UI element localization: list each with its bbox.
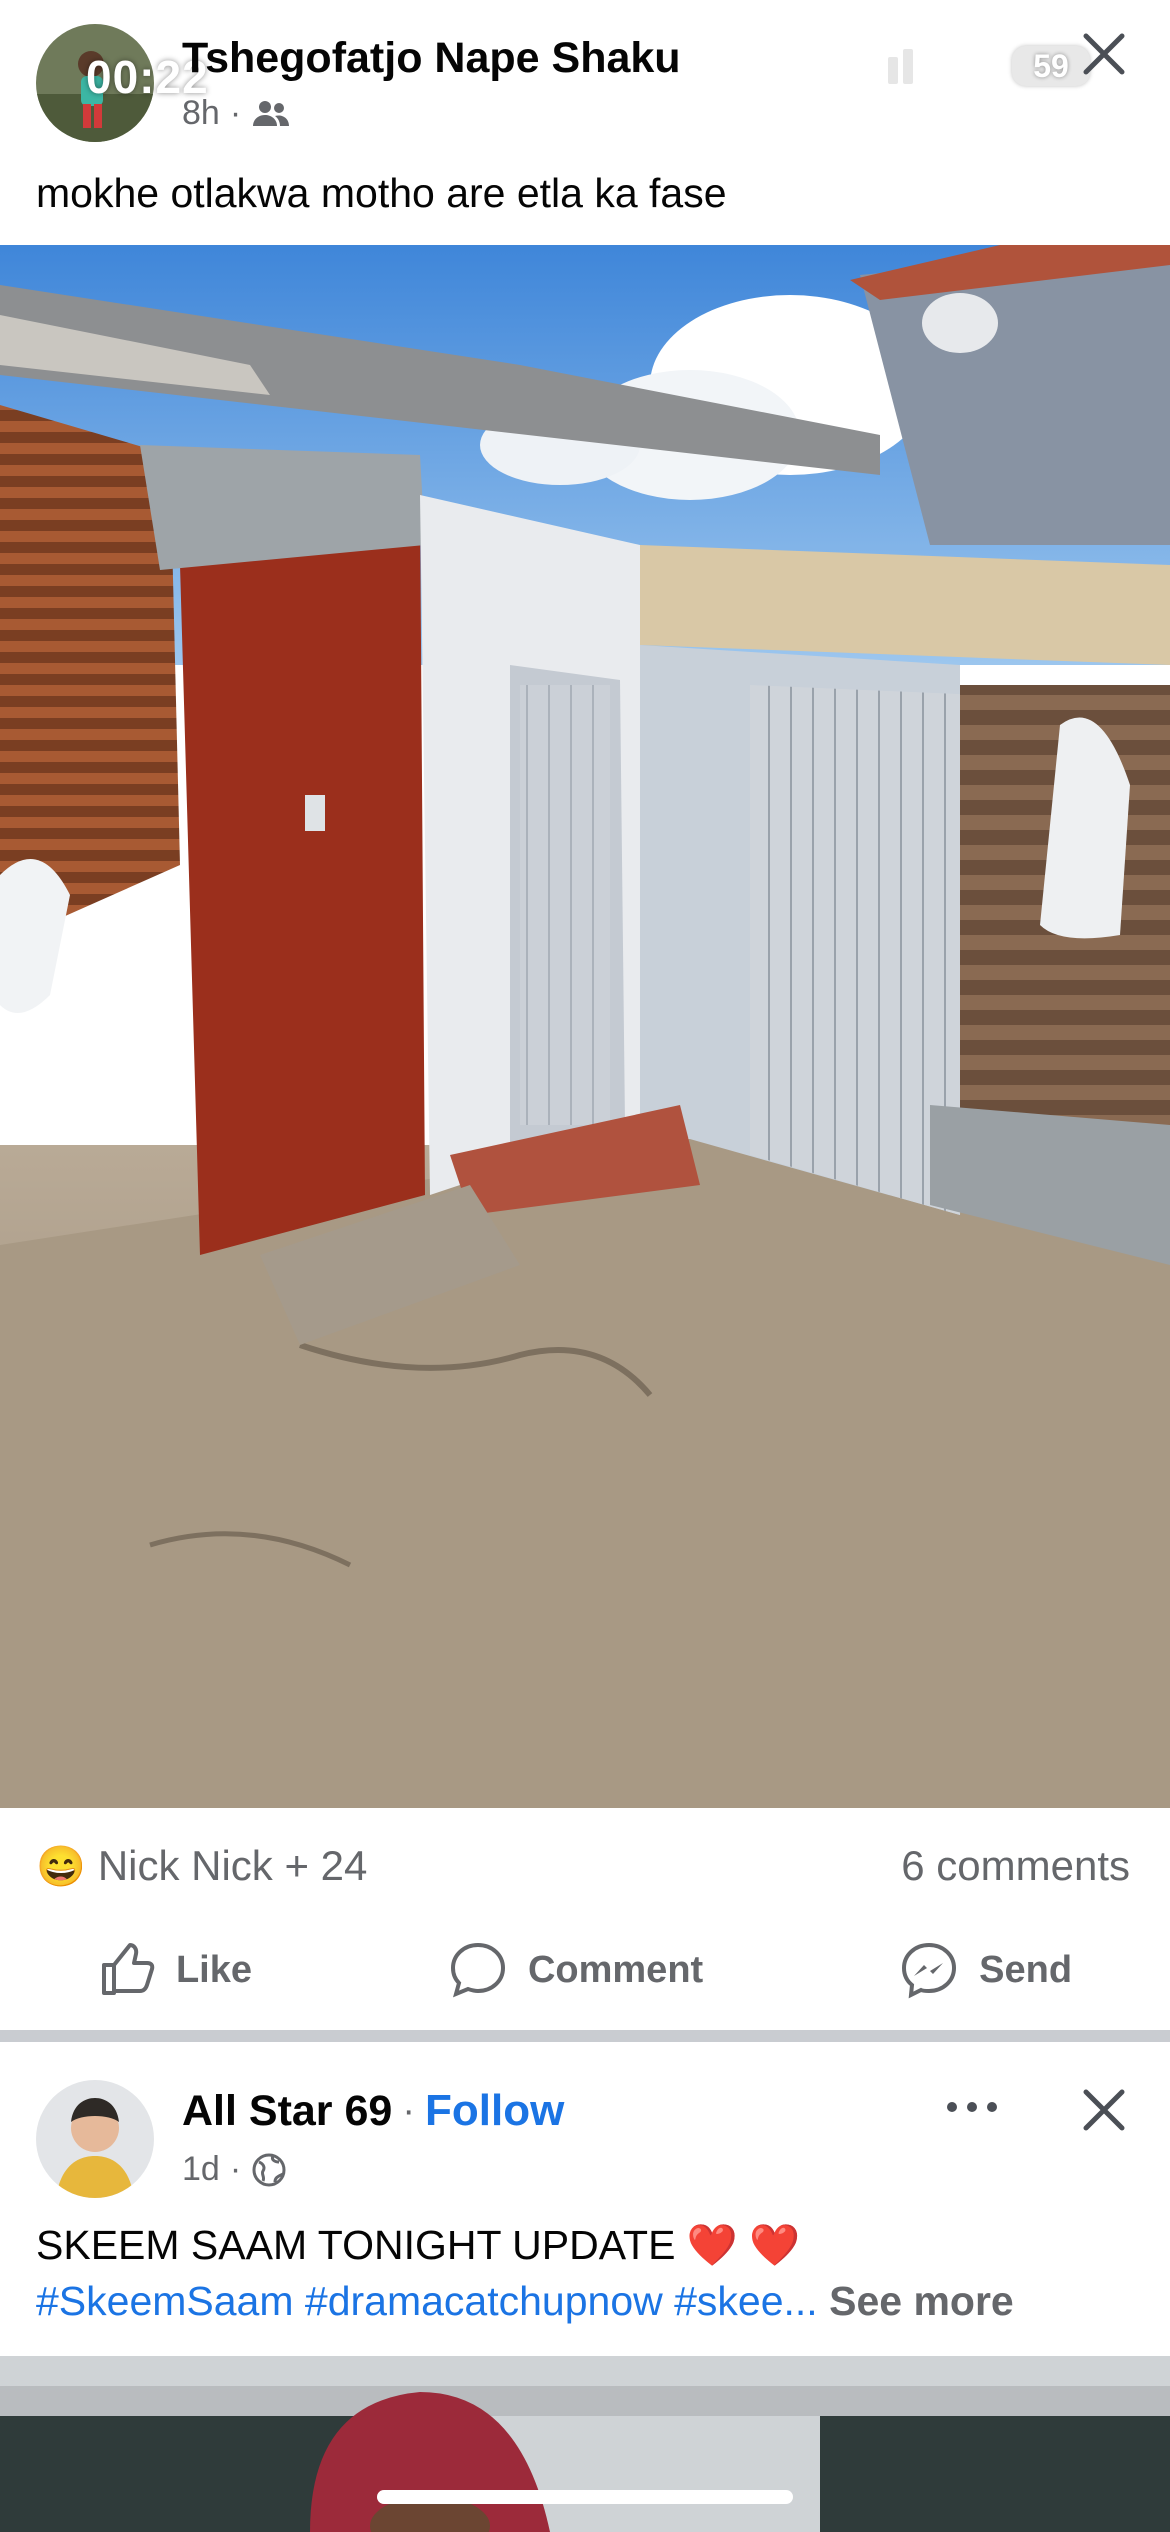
send-button[interactable]: Send [899, 1940, 1072, 2000]
post-caption: mokhe otlakwa motho are etla ka fase [36, 170, 727, 216]
see-more-link[interactable]: See more [829, 2278, 1014, 2324]
post2-title: SKEEM SAAM TONIGHT UPDATE [36, 2222, 676, 2268]
status-icons: 59 [858, 46, 1090, 86]
close-icon[interactable] [1074, 24, 1134, 84]
haha-reaction-icon: 😄 [36, 1844, 86, 1889]
comment-button[interactable]: Comment [448, 1940, 703, 2000]
comments-count[interactable]: 6 comments [901, 1842, 1130, 1890]
post2-hashtag-line: #SkeemSaam #dramacatchupnow #skee... See… [36, 2278, 1014, 2325]
post-time: 8h [182, 94, 220, 132]
post2-hearts: ❤️ ❤️ [686, 2222, 801, 2268]
reaction-names: Nick Nick + 24 [97, 1842, 368, 1889]
author-avatar-2[interactable] [36, 2080, 154, 2198]
send-label: Send [979, 1948, 1073, 1991]
home-indicator[interactable] [377, 2490, 793, 2504]
post2-separator: · [402, 2089, 415, 2132]
post-photo[interactable] [0, 245, 1170, 1808]
post2-hashtags[interactable]: #SkeemSaam #dramacatchupnow #skee... [36, 2278, 818, 2324]
signal-icon [858, 49, 913, 84]
post2-time: 1d [182, 2150, 220, 2188]
post2-photo[interactable] [0, 2356, 1170, 2532]
post2-caption: SKEEM SAAM TONIGHT UPDATE ❤️ ❤️ [36, 2222, 800, 2270]
globe-icon [252, 2153, 286, 2186]
post2-header: All Star 69 · Follow [182, 2086, 564, 2136]
post2-meta: 1d · [182, 2150, 287, 2189]
feed-divider [0, 2030, 1170, 2042]
friends-icon [253, 100, 290, 126]
messenger-icon [902, 1942, 957, 1999]
wifi-icon [942, 50, 986, 83]
reactions-row: 😄 Nick Nick + 24 6 comments [36, 1836, 1130, 1896]
post-author-name[interactable]: Tshegofatjo Nape Shaku [182, 34, 681, 83]
comment-icon [450, 1942, 505, 1998]
post-meta: 8h · [182, 94, 291, 133]
follow-button[interactable]: Follow [425, 2086, 564, 2136]
more-icon[interactable] [942, 2092, 1002, 2122]
post2-author-name[interactable]: All Star 69 [182, 2087, 392, 2136]
post2-meta-separator: · [229, 2150, 242, 2188]
meta-separator: · [229, 94, 242, 132]
close-icon-2[interactable] [1074, 2080, 1134, 2140]
comment-label: Comment [527, 1948, 704, 1991]
like-button[interactable]: Like [98, 1941, 252, 1999]
post-actions: Like Comment Send [0, 1925, 1170, 2015]
like-icon [101, 1943, 155, 1995]
battery-level: 59 [1033, 47, 1069, 84]
reaction-summary[interactable]: 😄 Nick Nick + 24 [36, 1842, 367, 1890]
like-label: Like [175, 1948, 253, 1991]
